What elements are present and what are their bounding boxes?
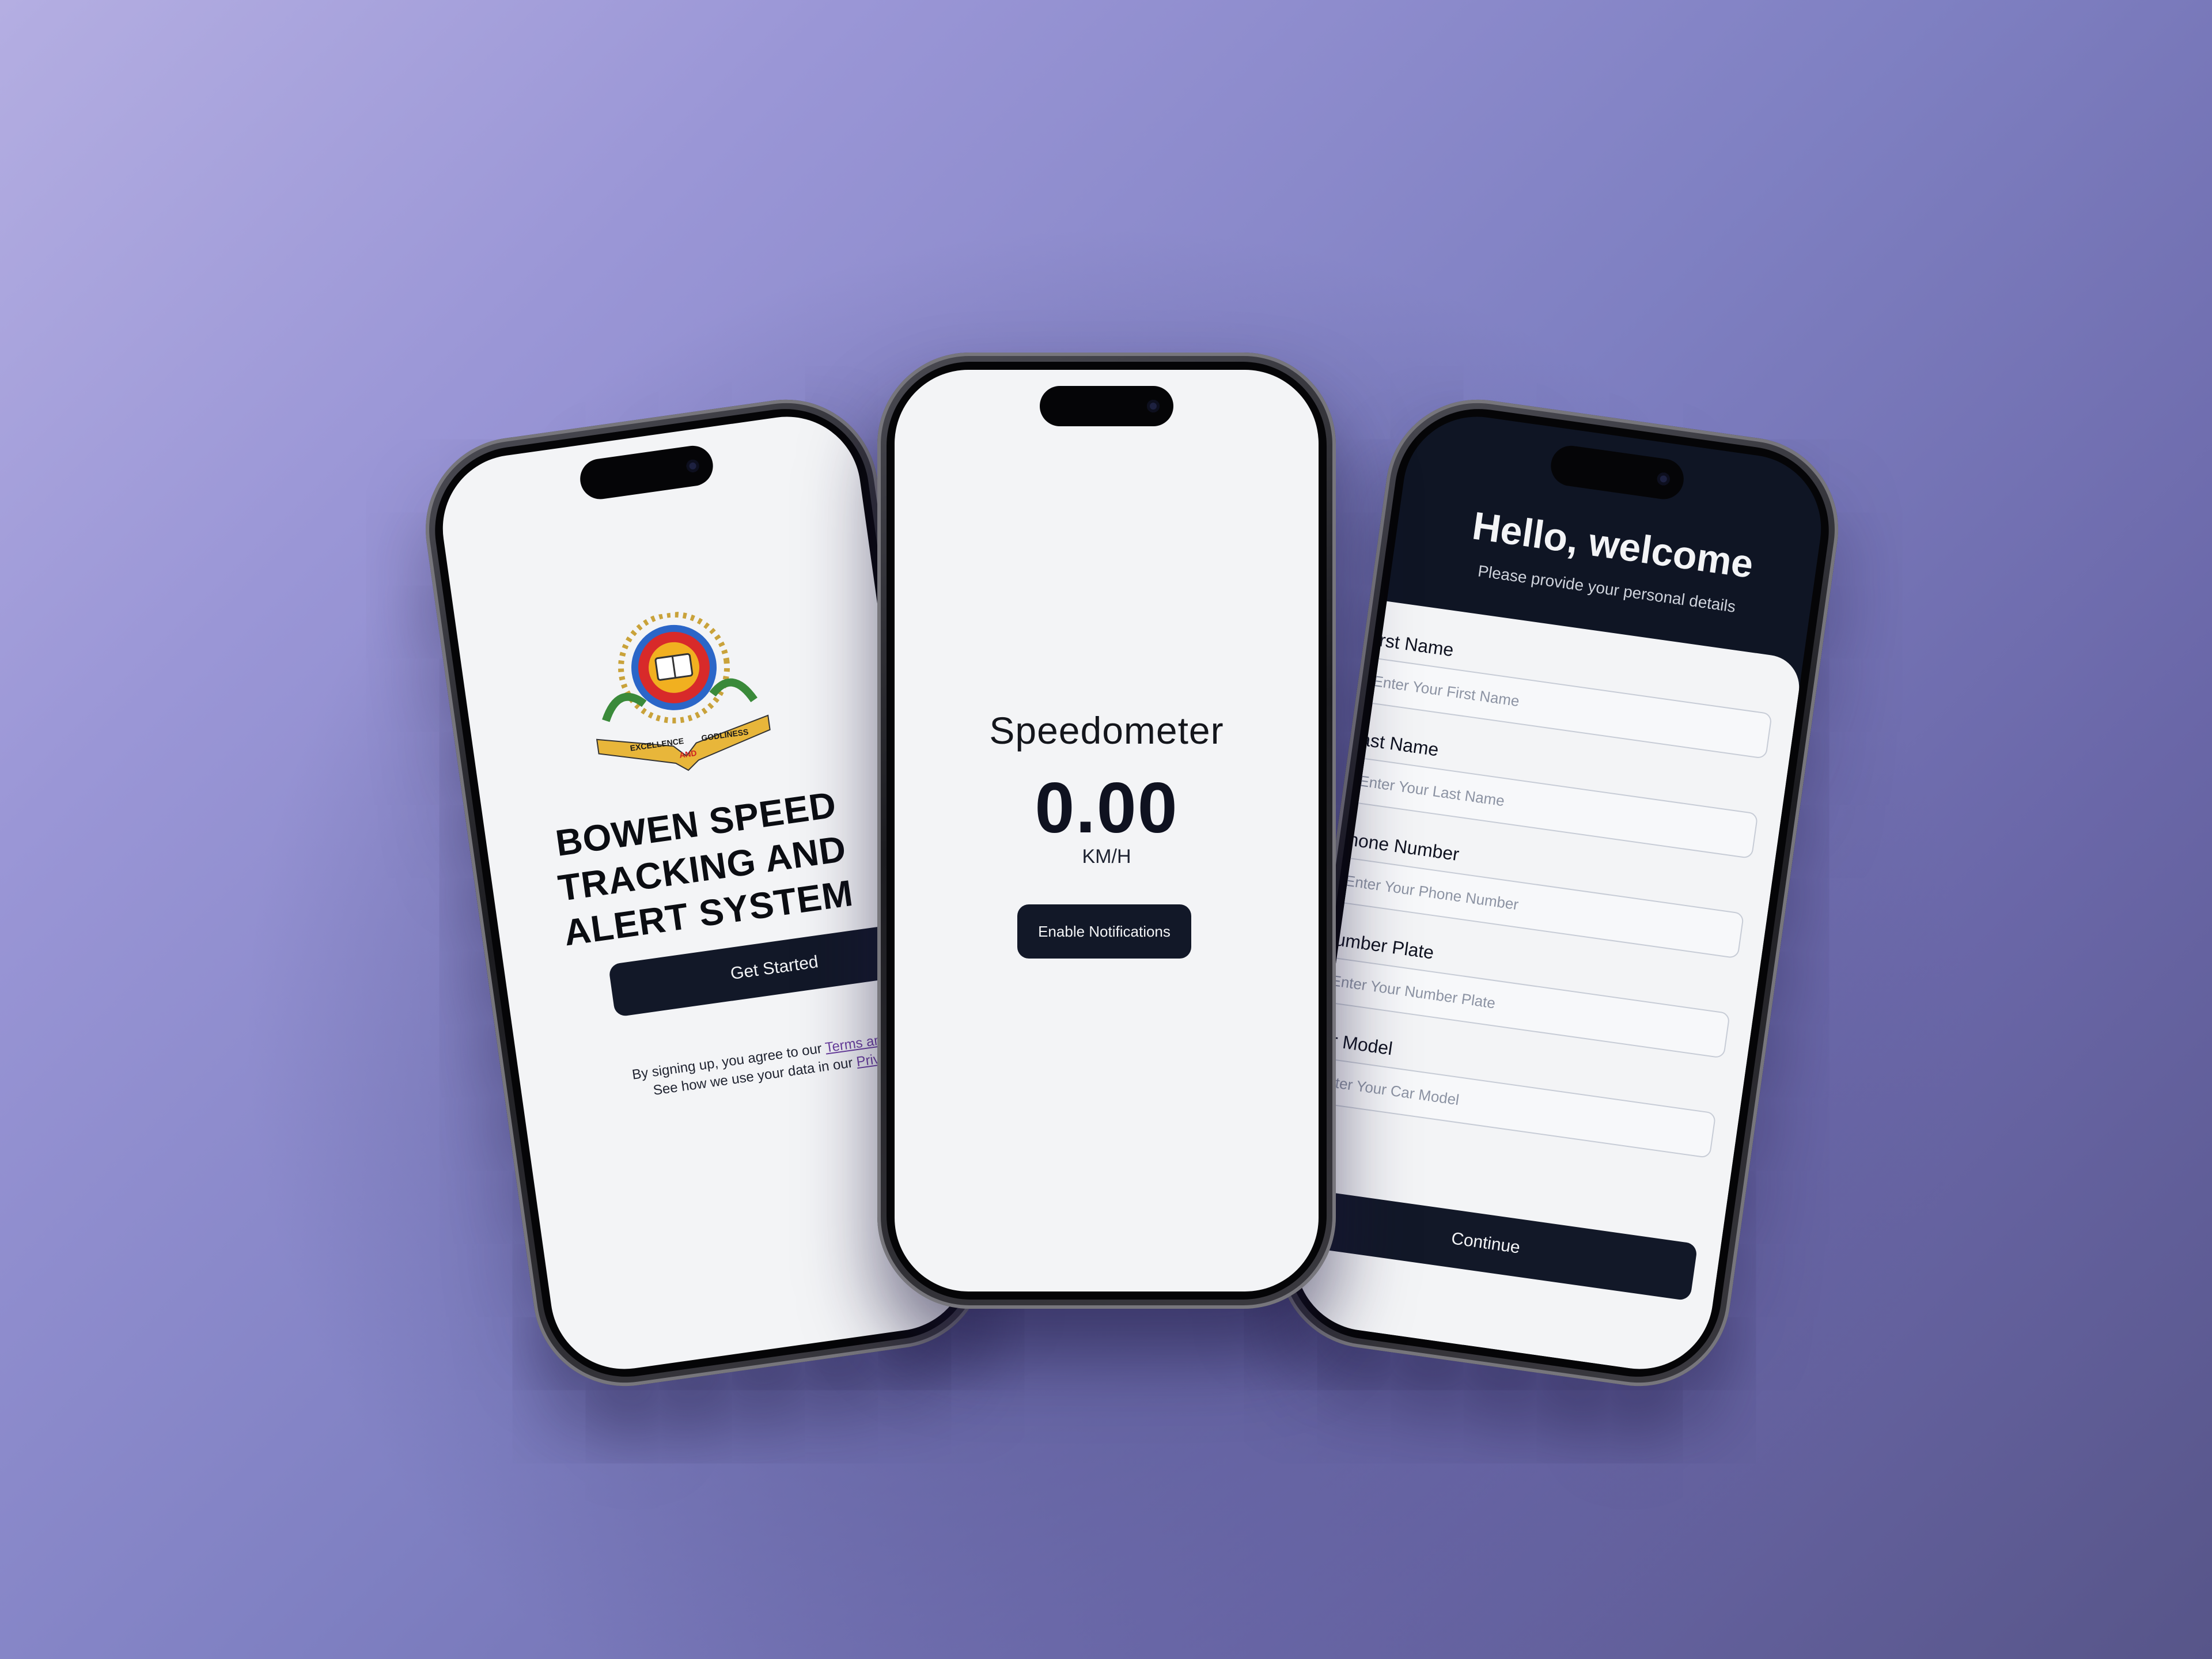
dynamic-island (1040, 386, 1173, 426)
speedometer-screen: Speedometer 0.00 KM/H Enable Notificatio… (895, 370, 1319, 1291)
continue-label: Continue (1450, 1229, 1521, 1257)
get-started-label: Get Started (729, 952, 820, 984)
dynamic-island (577, 443, 716, 502)
enable-notifications-button[interactable]: Enable Notifications (1017, 904, 1191, 959)
phone-right: Hello, welcome Please provide your perso… (1266, 388, 1850, 1398)
phone-center: Speedometer 0.00 KM/H Enable Notificatio… (877, 353, 1336, 1309)
enable-notifications-label: Enable Notifications (1038, 922, 1171, 940)
speed-unit: KM/H (1082, 846, 1131, 868)
speed-value: 0.00 (1035, 768, 1179, 848)
car-model-field[interactable]: Enter Your Car Model (1299, 1055, 1717, 1159)
personal-details-screen: Hello, welcome Please provide your perso… (1286, 407, 1831, 1379)
school-crest-icon: EXCELLENCE AND GODLINESS (596, 611, 771, 771)
speedometer-title: Speedometer (989, 709, 1224, 752)
dynamic-island (1548, 443, 1687, 502)
